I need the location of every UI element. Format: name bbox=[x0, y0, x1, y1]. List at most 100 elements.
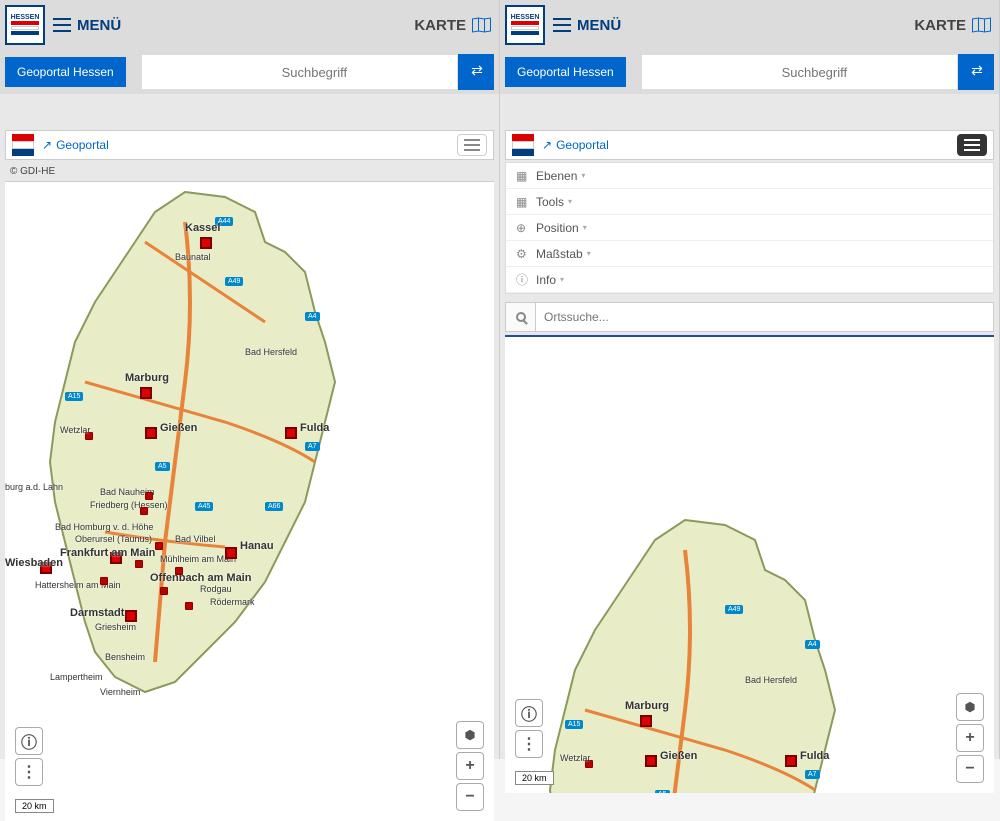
external-link-icon: ↗ bbox=[42, 138, 52, 152]
city-label: Rödermark bbox=[210, 597, 255, 607]
highway-badge: A4 bbox=[305, 312, 320, 321]
highway-badge: A15 bbox=[565, 720, 583, 729]
menu-item-info[interactable]: ⓘ Info▾ bbox=[506, 267, 993, 293]
info-button[interactable]: ⓘ bbox=[15, 727, 43, 755]
karte-button[interactable]: KARTE bbox=[914, 17, 994, 34]
city-label: Marburg bbox=[125, 372, 169, 384]
caret-icon: ▾ bbox=[560, 275, 564, 284]
city-marker bbox=[175, 567, 183, 575]
extent-button[interactable]: ⬢ bbox=[456, 721, 484, 749]
city-label: Baunatal bbox=[175, 252, 211, 262]
city-label: Bad Hersfeld bbox=[745, 675, 797, 685]
swap-button[interactable]: ⇄ bbox=[963, 58, 991, 82]
swap-icon: ⇄ bbox=[471, 62, 483, 79]
menu-button[interactable]: MENÜ bbox=[53, 17, 121, 34]
panel-menu-button-active[interactable] bbox=[957, 134, 987, 156]
city-label: Gießen bbox=[660, 750, 697, 762]
city-label: Viernheim bbox=[100, 687, 140, 697]
zoom-out-button[interactable]: − bbox=[456, 783, 484, 811]
city-label: burg a.d. Lahn bbox=[5, 482, 63, 492]
small-logo bbox=[12, 134, 34, 156]
highway-badge: A4 bbox=[805, 640, 820, 649]
city-marker bbox=[160, 587, 168, 595]
city-marker bbox=[135, 560, 143, 568]
panel-menu-button[interactable] bbox=[457, 134, 487, 156]
highway-badge: A7 bbox=[805, 770, 820, 779]
city-marker-darmstadt bbox=[125, 610, 137, 622]
highway-badge: A5 bbox=[155, 462, 170, 471]
caret-icon: ▾ bbox=[568, 197, 572, 206]
map-icon bbox=[472, 18, 490, 32]
city-label: Kassel bbox=[185, 222, 220, 234]
highway-badge: A66 bbox=[265, 502, 283, 511]
city-label: Wiesbaden bbox=[5, 557, 63, 569]
geoportal-link[interactable]: ↗ Geoportal bbox=[42, 138, 109, 152]
search-input[interactable] bbox=[141, 54, 458, 90]
small-logo bbox=[512, 134, 534, 156]
caret-icon: ▾ bbox=[587, 249, 591, 258]
swap-button[interactable]: ⇄ bbox=[463, 58, 491, 82]
city-label: Offenbach am Main bbox=[150, 572, 251, 584]
menu-button[interactable]: MENÜ bbox=[553, 17, 621, 34]
zoom-out-button[interactable]: − bbox=[956, 755, 984, 783]
caret-icon: ▾ bbox=[583, 223, 587, 232]
geoportal-hessen-button[interactable]: Geoportal Hessen bbox=[505, 57, 626, 87]
caret-icon: ▾ bbox=[581, 171, 585, 180]
city-label: Rodgau bbox=[200, 584, 232, 594]
copyright: © GDI-HE bbox=[0, 162, 499, 181]
city-marker-kassel bbox=[200, 237, 212, 249]
city-marker-giessen bbox=[645, 755, 657, 767]
city-marker-fulda bbox=[785, 755, 797, 767]
city-label: Hanau bbox=[240, 540, 274, 552]
hessen-logo[interactable]: HESSEN bbox=[505, 5, 545, 45]
map-icon bbox=[972, 18, 990, 32]
city-marker-giessen bbox=[145, 427, 157, 439]
city-label: Bensheim bbox=[105, 652, 145, 662]
city-label: Fulda bbox=[300, 422, 329, 434]
position-icon: ⊕ bbox=[516, 221, 530, 235]
city-label: Bad Homburg v. d. Höhe bbox=[55, 522, 153, 532]
scale-bar: 20 km bbox=[15, 799, 54, 813]
search-input[interactable] bbox=[641, 54, 958, 90]
geoportal-link[interactable]: ↗ Geoportal bbox=[542, 138, 609, 152]
city-label: Wetzlar bbox=[60, 425, 90, 435]
map-canvas[interactable]: A49 A4 A15 A7 A5 A45 A66 Bad Hersfeld Ma… bbox=[505, 335, 994, 793]
menu-item-ebenen[interactable]: ▦ Ebenen▾ bbox=[506, 163, 993, 189]
city-marker-marburg bbox=[140, 387, 152, 399]
map-canvas[interactable]: A44 A49 A4 A15 A7 A5 A45 A66 Kassel Baun… bbox=[5, 181, 494, 821]
swap-icon: ⇄ bbox=[971, 62, 983, 79]
ort-search-input[interactable] bbox=[536, 303, 993, 331]
city-marker-fulda bbox=[285, 427, 297, 439]
extent-button[interactable]: ⬢ bbox=[956, 693, 984, 721]
city-label: Griesheim bbox=[95, 622, 136, 632]
info-icon: ⓘ bbox=[516, 271, 530, 288]
highway-badge: A45 bbox=[195, 502, 213, 511]
city-label: Darmstadt bbox=[70, 607, 124, 619]
geoportal-hessen-button[interactable]: Geoportal Hessen bbox=[5, 57, 126, 87]
city-label: Bad Vilbel bbox=[175, 534, 215, 544]
city-marker bbox=[155, 542, 163, 550]
more-button[interactable]: ⋮ bbox=[515, 730, 543, 758]
info-button[interactable]: ⓘ bbox=[515, 699, 543, 727]
more-button[interactable]: ⋮ bbox=[15, 758, 43, 786]
city-label: Frankfurt am Main bbox=[60, 547, 155, 559]
zoom-in-button[interactable]: + bbox=[456, 752, 484, 780]
karte-button[interactable]: KARTE bbox=[414, 17, 494, 34]
highway-badge: A49 bbox=[225, 277, 243, 286]
city-marker bbox=[100, 577, 108, 585]
menu-item-position[interactable]: ⊕ Position▾ bbox=[506, 215, 993, 241]
highway-badge: A15 bbox=[65, 392, 83, 401]
city-label: Bad Hersfeld bbox=[245, 347, 297, 357]
city-label: Friedberg (Hessen) bbox=[90, 500, 168, 510]
menu-item-tools[interactable]: ▦ Tools▾ bbox=[506, 189, 993, 215]
menu-item-massstab[interactable]: ⚙ Maßstab▾ bbox=[506, 241, 993, 267]
zoom-in-button[interactable]: + bbox=[956, 724, 984, 752]
highway-badge: A5 bbox=[655, 790, 670, 793]
hessen-logo[interactable]: HESSEN bbox=[5, 5, 45, 45]
city-label: Marburg bbox=[625, 700, 669, 712]
city-label: Oberursel (Taunus) bbox=[75, 534, 152, 544]
city-marker-marburg bbox=[640, 715, 652, 727]
city-label: Wetzlar bbox=[560, 753, 590, 763]
highway-badge: A49 bbox=[725, 605, 743, 614]
ort-search-icon-box bbox=[506, 303, 536, 331]
